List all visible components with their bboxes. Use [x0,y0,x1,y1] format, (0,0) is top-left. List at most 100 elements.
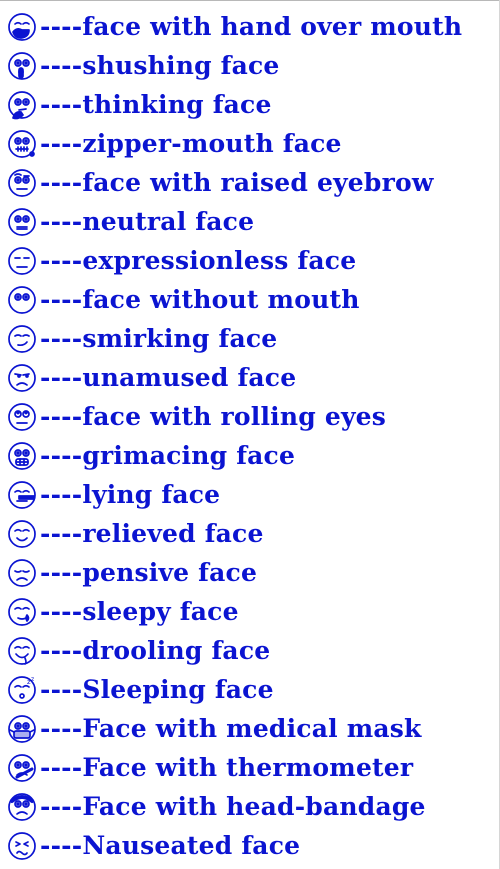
list-item-label: ----face with rolling eyes [40,397,386,436]
list-item: ----Face with medical mask [6,709,496,748]
separator-text: ---- [40,51,83,80]
list-item: ----Nauseated face [6,826,496,865]
separator-text: ---- [40,753,83,782]
separator-text: ---- [40,402,83,431]
separator-text: ---- [40,129,83,158]
face-with-head-bandage-icon [6,791,38,823]
list-item-label: ----face without mouth [40,280,360,319]
emoji-name: Face with thermometer [82,753,414,782]
emoji-name: unamused face [82,363,297,392]
list-item-label: ----smirking face [40,319,277,358]
list-item-label: ----expressionless face [40,241,356,280]
face-with-thermometer-icon [6,752,38,784]
list-item-label: ----unamused face [40,358,296,397]
list-item-label: ----Nauseated face [40,826,300,865]
svg-text:z: z [31,676,34,683]
emoji-name: face with rolling eyes [82,402,387,431]
sleepy-face-icon [6,596,38,628]
list-item: ----Face with thermometer [6,748,496,787]
emoji-name: neutral face [82,207,255,236]
face-with-raised-eyebrow-icon [6,167,38,199]
emoji-name: face without mouth [82,285,360,314]
separator-text: ---- [40,714,83,743]
list-item: ----face with raised eyebrow [6,163,496,202]
emoji-name: Face with head-bandage [82,792,426,821]
separator-text: ---- [40,12,83,41]
relieved-face-icon [6,518,38,550]
separator-text: ---- [40,597,83,626]
list-item-label: ----lying face [40,475,220,514]
drooling-face-icon [6,635,38,667]
smirking-face-icon [6,323,38,355]
list-item: ----face with rolling eyes [6,397,496,436]
separator-text: ---- [40,90,83,119]
list-item: ----pensive face [6,553,496,592]
emoji-name: zipper-mouth face [82,129,342,158]
list-item-label: ----grimacing face [40,436,295,475]
list-item-label: ----face with raised eyebrow [40,163,434,202]
list-item: ----sleepy face [6,592,496,631]
separator-text: ---- [40,480,83,509]
separator-text: ---- [40,363,83,392]
face-with-hand-over-mouth-icon [6,11,38,43]
list-item-label: ----pensive face [40,553,257,592]
separator-text: ---- [40,558,83,587]
expressionless-face-icon [6,245,38,277]
list-item: ----shushing face [6,46,496,85]
emoji-name: pensive face [82,558,258,587]
separator-text: ---- [40,207,83,236]
list-item: ----lying face [6,475,496,514]
emoji-name: Sleeping face [82,675,274,704]
face-with-rolling-eyes-icon [6,401,38,433]
list-item-label: ----shushing face [40,46,280,85]
unamused-face-icon [6,362,38,394]
separator-text: ---- [40,792,83,821]
neutral-face-icon [6,206,38,238]
lying-face-icon [6,479,38,511]
list-item: ----face with hand over mouth [6,7,496,46]
separator-text: ---- [40,636,83,665]
list-item: ----expressionless face [6,241,496,280]
emoji-name: sleepy face [82,597,239,626]
emoji-name: lying face [82,480,221,509]
list-item: ----thinking face [6,85,496,124]
list-item-label: ----thinking face [40,85,272,124]
emoji-name: grimacing face [82,441,296,470]
nauseated-face-icon [6,830,38,862]
list-item-label: ----Face with head-bandage [40,787,426,826]
thinking-face-icon [6,89,38,121]
list-item: ----smirking face [6,319,496,358]
list-item-label: ----relieved face [40,514,264,553]
list-item-label: ----face with hand over mouth [40,7,462,46]
emoji-name: thinking face [82,90,272,119]
top-border [0,0,500,1]
sleeping-face-icon: zz [6,674,38,706]
emoji-name: expressionless face [82,246,357,275]
list-item: zz ----Sleeping face [6,670,496,709]
emoji-name: Nauseated face [82,831,301,860]
list-item: ----drooling face [6,631,496,670]
list-item-label: ----neutral face [40,202,254,241]
emoji-name: Face with medical mask [82,714,422,743]
emoji-name: smirking face [82,324,278,353]
emoji-name: face with hand over mouth [82,12,463,41]
face-with-medical-mask-icon [6,713,38,745]
list-item-label: ----sleepy face [40,592,239,631]
face-without-mouth-icon [6,284,38,316]
emoji-list: ----face with hand over mouth ----shushi… [6,7,496,865]
zipper-mouth-face-icon [6,128,38,160]
list-item: ----face without mouth [6,280,496,319]
separator-text: ---- [40,519,83,548]
list-item: ----Face with head-bandage [6,787,496,826]
pensive-face-icon [6,557,38,589]
separator-text: ---- [40,285,83,314]
list-item-label: ----Face with medical mask [40,709,422,748]
list-item: ----relieved face [6,514,496,553]
list-item-label: ----drooling face [40,631,270,670]
list-item-label: ----Face with thermometer [40,748,413,787]
list-item: ----grimacing face [6,436,496,475]
list-item: ----unamused face [6,358,496,397]
shushing-face-icon [6,50,38,82]
separator-text: ---- [40,675,83,704]
separator-text: ---- [40,246,83,275]
